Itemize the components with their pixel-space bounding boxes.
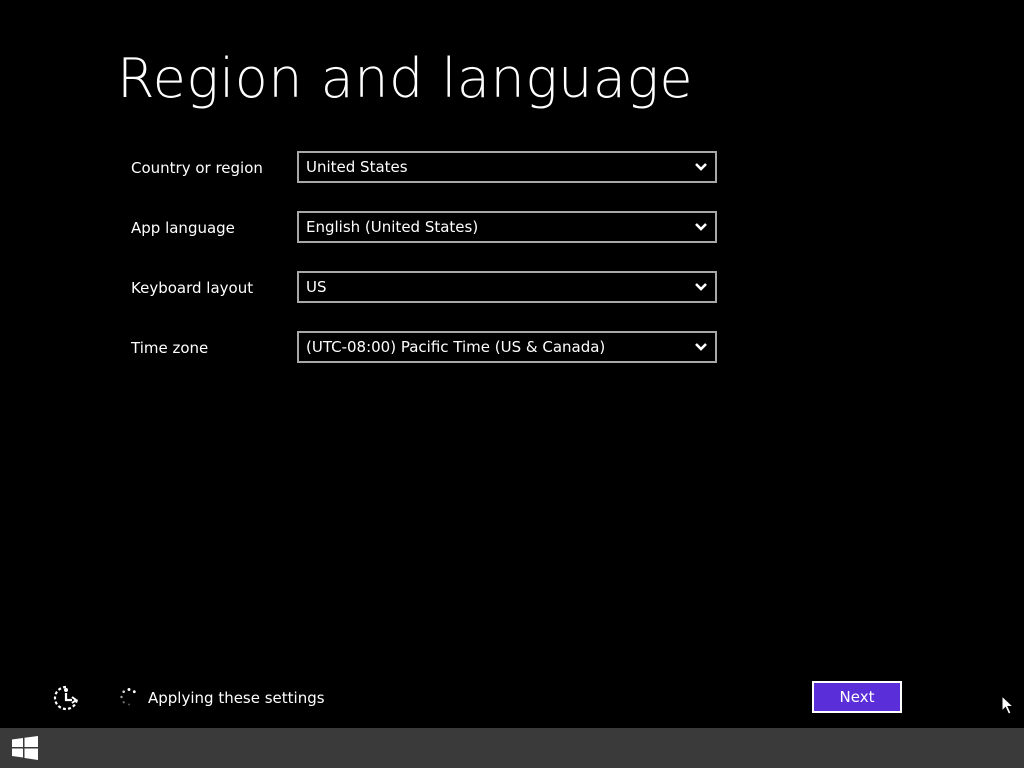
taskbar <box>0 728 1024 768</box>
time-zone-value: (UTC-08:00) Pacific Time (US & Canada) <box>306 338 606 356</box>
keyboard-layout-value: US <box>306 278 327 296</box>
country-region-value: United States <box>306 158 408 176</box>
next-button[interactable]: Next <box>812 681 902 713</box>
ease-of-access-icon[interactable] <box>52 684 80 712</box>
chevron-down-icon <box>687 273 715 301</box>
app-language-value: English (United States) <box>306 218 479 236</box>
chevron-down-icon <box>687 153 715 181</box>
chevron-down-icon <box>687 213 715 241</box>
page-title: Region and language <box>117 47 694 110</box>
keyboard-layout-dropdown[interactable]: US <box>297 271 717 303</box>
time-zone-label: Time zone <box>131 339 209 357</box>
progress-spinner-icon <box>119 687 139 707</box>
setup-screen: Region and language Country or region Un… <box>0 0 1024 768</box>
mouse-cursor-icon <box>1001 694 1015 715</box>
chevron-down-icon <box>687 333 715 361</box>
app-language-label: App language <box>131 219 235 237</box>
windows-logo-icon[interactable] <box>8 734 42 762</box>
app-language-dropdown[interactable]: English (United States) <box>297 211 717 243</box>
country-region-label: Country or region <box>131 159 263 177</box>
status-text: Applying these settings <box>148 689 325 707</box>
time-zone-dropdown[interactable]: (UTC-08:00) Pacific Time (US & Canada) <box>297 331 717 363</box>
keyboard-layout-label: Keyboard layout <box>131 279 254 297</box>
country-region-dropdown[interactable]: United States <box>297 151 717 183</box>
